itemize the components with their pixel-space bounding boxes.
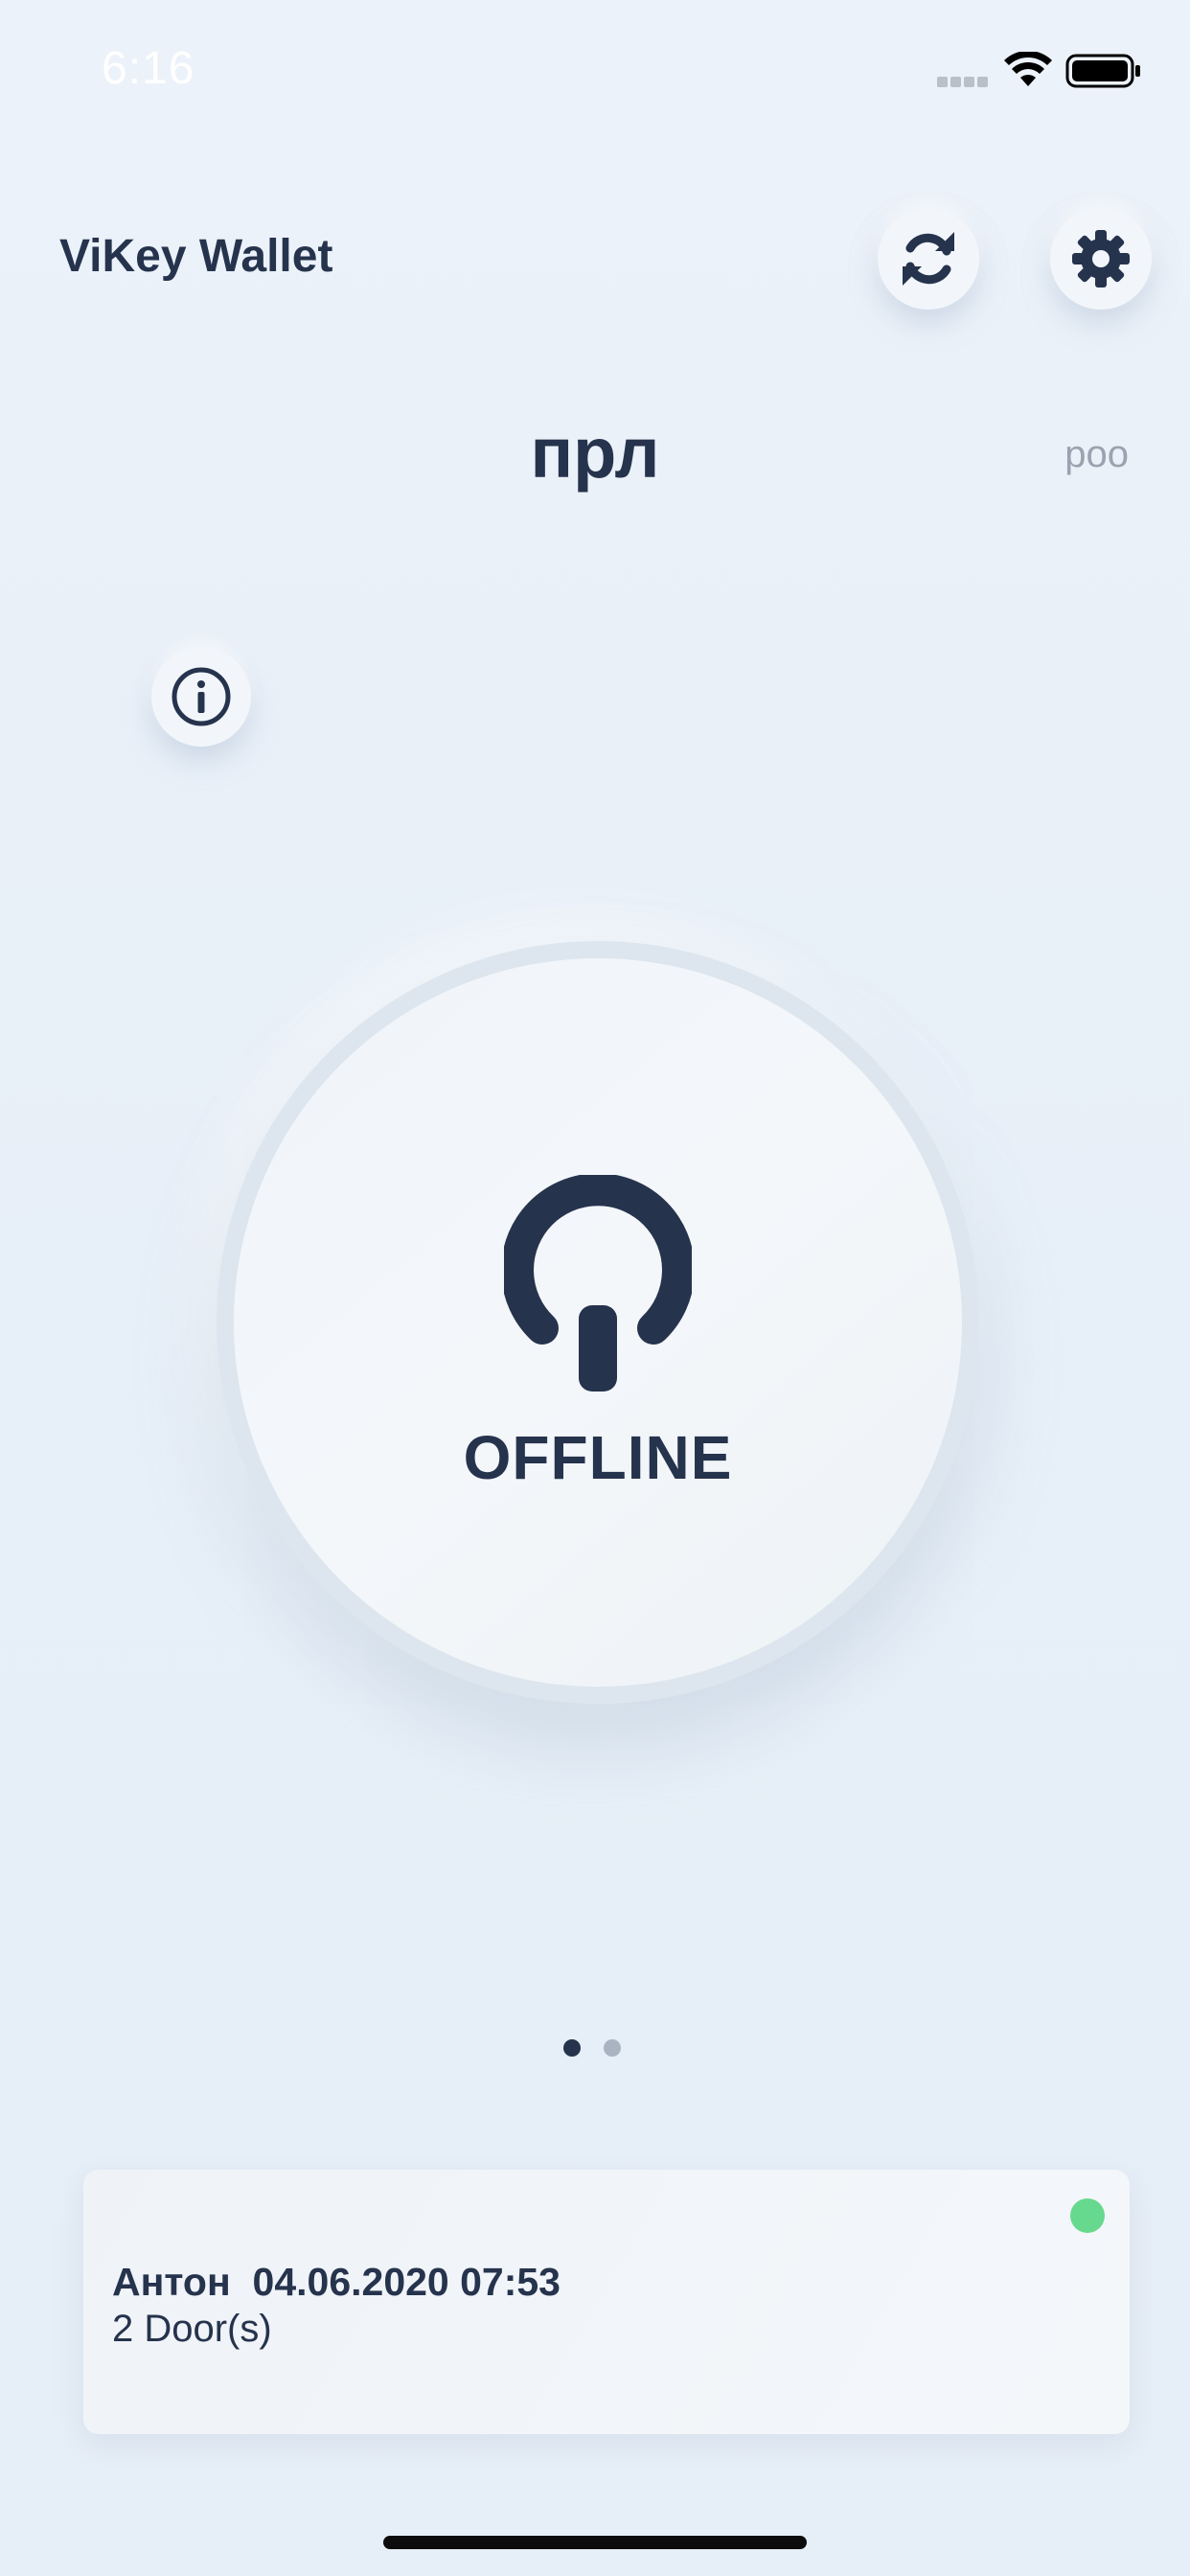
online-status-dot bbox=[1070, 2198, 1105, 2233]
power-status-label: OFFLINE bbox=[463, 1423, 733, 1492]
home-indicator[interactable] bbox=[383, 2536, 807, 2549]
gear-icon bbox=[1072, 230, 1130, 288]
status-time: 6:16 bbox=[102, 43, 195, 94]
power-button[interactable]: OFFLINE bbox=[217, 941, 979, 1704]
settings-button[interactable] bbox=[1050, 208, 1152, 310]
info-icon bbox=[172, 667, 231, 726]
page-dot-active[interactable] bbox=[563, 2039, 581, 2057]
info-button[interactable] bbox=[151, 647, 251, 747]
app-title: ViKey Wallet bbox=[59, 231, 333, 282]
refresh-button[interactable] bbox=[878, 208, 979, 310]
log-datetime: 04.06.2020 07:53 bbox=[252, 2260, 561, 2304]
card-subtitle: роо bbox=[1064, 433, 1129, 475]
power-button-face: OFFLINE bbox=[234, 958, 962, 1687]
status-bar: 6:16 bbox=[0, 0, 1190, 134]
card-title: прл bbox=[530, 413, 660, 493]
power-icon bbox=[504, 1175, 692, 1392]
wifi-icon bbox=[1004, 52, 1052, 86]
signal-icon bbox=[937, 75, 995, 88]
log-user-name: Антон bbox=[112, 2260, 231, 2304]
access-log-card[interactable]: Антон 04.06.2020 07:53 2 Door(s) bbox=[83, 2170, 1130, 2434]
refresh-icon bbox=[903, 232, 954, 286]
battery-icon bbox=[1065, 54, 1140, 88]
log-doors-count: 2 Door(s) bbox=[112, 2308, 272, 2350]
log-entry-header: Антон 04.06.2020 07:53 bbox=[112, 2260, 561, 2305]
page-dot[interactable] bbox=[604, 2039, 621, 2057]
